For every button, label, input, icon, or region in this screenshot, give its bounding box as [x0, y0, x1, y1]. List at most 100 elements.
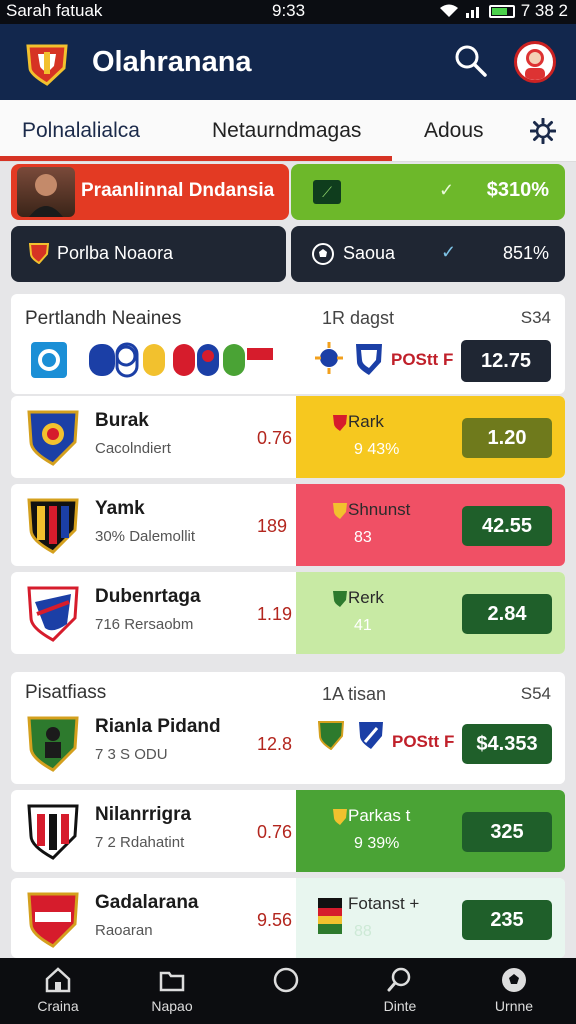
- nav-label: Craina: [37, 998, 79, 1014]
- shield-badge-icon: [333, 809, 347, 825]
- tab-0[interactable]: Polnalalialca: [22, 119, 140, 143]
- team-stat: 0.76: [257, 428, 293, 448]
- nav-label: Dinte: [383, 998, 417, 1014]
- gear-icon[interactable]: [530, 118, 556, 144]
- team-crest-icon: [27, 410, 79, 466]
- wifi-icon: [439, 4, 458, 17]
- app-bar: Olahranana: [0, 24, 576, 100]
- odds-panel: Fotanst + 88 235: [296, 878, 565, 958]
- team-name: Dubenrtaga: [95, 586, 201, 607]
- nav-item-home[interactable]: Craina: [18, 966, 98, 1014]
- match-row-4[interactable]: Nilanrrigra 7 2 Rdahatint 0.76 Parkas t …: [11, 790, 565, 872]
- nav-label: Urnne: [494, 998, 534, 1014]
- nav-item-search[interactable]: Dinte: [360, 966, 440, 1014]
- team-crest-icon: [27, 498, 79, 554]
- app-title: Olahranana: [92, 46, 252, 78]
- odds-button[interactable]: 42.55: [462, 506, 552, 546]
- team-subtitle: 716 Rersaobm: [95, 616, 194, 633]
- team-name: Burak: [95, 410, 149, 431]
- tab-bar: Polnalalialca Netaurndmagas Adous: [0, 100, 576, 162]
- promo-red-label: Praanlinnal Dndansia: [81, 180, 275, 201]
- match-row-3[interactable]: Rianla Pidand 7 3 S ODU 12.8 POStt F $4.…: [11, 702, 565, 784]
- match-row-0[interactable]: Burak Cacolndiert 0.76 Rark 9 43% 1.20: [11, 396, 565, 478]
- ball-icon: [312, 243, 334, 265]
- bottom-nav: Craina Napao Dinte Urnne: [0, 958, 576, 1024]
- match-row-1[interactable]: Yamk 30% Dalemollit 189 Shnunst 83 42.55: [11, 484, 565, 566]
- odds-button-section1[interactable]: 12.75: [461, 340, 551, 382]
- market-sub: 41: [354, 617, 372, 634]
- quick-card-left[interactable]: Porlba Noaora: [11, 226, 286, 282]
- match-row-5[interactable]: Gadalarana Raoaran 9.56 Fotanst + 88 235: [11, 878, 565, 958]
- versus-label: POStt F: [391, 350, 454, 369]
- search-icon[interactable]: [454, 44, 488, 78]
- odds-button[interactable]: 1.20: [462, 418, 552, 458]
- tab-1[interactable]: Netaurndmagas: [212, 119, 361, 143]
- shield-crest-icon: [356, 344, 382, 375]
- promo-green-value: $310%: [486, 179, 549, 201]
- team-crest-icon: [27, 892, 79, 948]
- odds-panel: Rark 9 43% 1.20: [296, 396, 565, 478]
- battery-icon: [488, 4, 515, 18]
- market-label: Fotanst +: [348, 894, 420, 913]
- odds-panel: POStt F $4.353: [296, 702, 565, 784]
- market-sub: 88: [354, 923, 372, 940]
- market-label: Parkas t: [348, 806, 411, 825]
- odds-panel: Rerk 41 2.84: [296, 572, 565, 654]
- market-label: Rerk: [348, 588, 384, 607]
- team-crest-icon: [27, 586, 79, 642]
- market-sub: 83: [354, 529, 372, 546]
- odds-button[interactable]: 325: [462, 812, 552, 852]
- market-label: Rark: [348, 412, 384, 431]
- promo-banner-green[interactable]: ⟋ ✓ $310%: [291, 164, 565, 220]
- section-count: S54: [520, 684, 551, 703]
- circle-icon: [273, 967, 299, 993]
- odds-panel: Shnunst 83 42.55: [296, 484, 565, 566]
- app-logo-icon: [26, 44, 68, 86]
- team-crest-icon: [27, 804, 79, 860]
- team-subtitle: 30% Dalemollit: [95, 528, 196, 545]
- signal-icon: [465, 7, 479, 18]
- section-title: Pisatfiass: [25, 682, 107, 703]
- market-sub: 9 43%: [354, 441, 400, 458]
- team-subtitle: Cacolndiert: [95, 440, 171, 457]
- odds-panel: Parkas t 9 39% 325: [296, 790, 565, 872]
- nav-item-center[interactable]: [246, 966, 326, 998]
- team-subtitle: Raoaran: [95, 922, 153, 939]
- quick-card-right[interactable]: Saoua ✓ 851%: [291, 226, 565, 282]
- team-subtitle: 7 3 S ODU: [95, 746, 168, 763]
- odds-button[interactable]: $4.353: [462, 724, 552, 764]
- status-bar: Sarah fatuak 9:33 7 38 2: [0, 0, 576, 24]
- promo-banner-red[interactable]: Praanlinnal Dndansia: [11, 164, 289, 220]
- odds-button[interactable]: 235: [462, 900, 552, 940]
- nav-item-ball[interactable]: Urnne: [474, 966, 554, 1014]
- team-name: Rianla Pidand: [95, 716, 221, 737]
- avatar[interactable]: [514, 41, 556, 83]
- team-stat: 0.76: [257, 822, 293, 842]
- flag-icon: [318, 898, 342, 934]
- shield-badge-icon: [333, 591, 347, 607]
- team-crest-icon: [27, 716, 79, 772]
- section-count: S34: [520, 308, 551, 327]
- chart-mini-icon: ⟋: [313, 180, 341, 204]
- odds-button[interactable]: 2.84: [462, 594, 552, 634]
- active-tab-indicator: [0, 156, 392, 161]
- section-date: 1R dagst: [322, 308, 395, 328]
- match-row-2[interactable]: Dubenrtaga 716 Rersaobm 1.19 Rerk 41 2.8…: [11, 572, 565, 654]
- team-subtitle: 7 2 Rdahatint: [95, 834, 185, 851]
- folder-icon: [159, 971, 185, 992]
- nav-label: Napao: [151, 998, 193, 1014]
- quick-card-right-label: Saoua: [343, 243, 396, 263]
- shield-crest-icon: [359, 722, 383, 749]
- nav-item-folder[interactable]: Napao: [132, 966, 212, 1014]
- tab-2[interactable]: Adous: [424, 119, 484, 143]
- home-icon: [45, 967, 71, 993]
- team-stat: 9.56: [257, 910, 293, 930]
- search-icon: [387, 967, 411, 992]
- shield-badge-icon: [333, 503, 347, 519]
- green-crest-icon: [318, 721, 344, 750]
- sun-crest-icon: [315, 342, 343, 374]
- league-logo-icon[interactable]: [31, 342, 67, 378]
- carrier-label: Sarah fatuak: [6, 1, 103, 20]
- ball-icon: [502, 968, 526, 992]
- team-name: Yamk: [95, 498, 145, 519]
